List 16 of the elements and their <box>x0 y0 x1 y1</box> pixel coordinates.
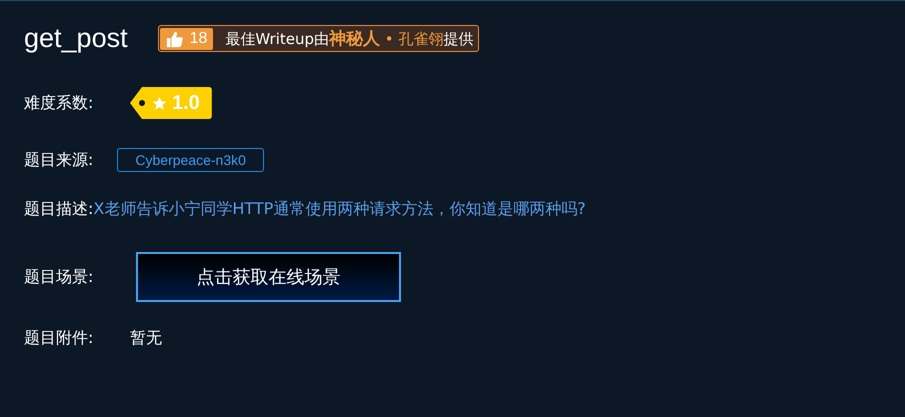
star-icon <box>152 96 167 110</box>
challenge-title: get_post <box>24 23 128 54</box>
source-tag: Cyberpeace-n3k0 <box>117 148 264 172</box>
field-label: 题目场景: <box>24 266 94 288</box>
likes-count: 18 <box>160 28 214 50</box>
get-scene-button[interactable]: 点击获取在线场景 <box>136 252 401 302</box>
field-label: 题目附件: <box>24 328 94 349</box>
description-text: X老师告诉小宁同学HTTP通常使用两种请求方法，你知道是哪两种吗? <box>93 199 586 220</box>
field-label: 题目描述: <box>24 199 94 220</box>
writeup-credit: 最佳Writeup由神秘人 • 孔雀翎提供 <box>224 28 474 50</box>
field-label: 题目来源: <box>24 150 94 170</box>
field-label: 难度系数: <box>24 92 94 114</box>
thumbs-up-icon <box>166 30 184 48</box>
attachment-value: 暂无 <box>130 328 162 349</box>
writeup-badge[interactable]: 18 最佳Writeup由神秘人 • 孔雀翎提供 <box>158 25 480 52</box>
difficulty-tag: 1.0 <box>130 87 212 119</box>
